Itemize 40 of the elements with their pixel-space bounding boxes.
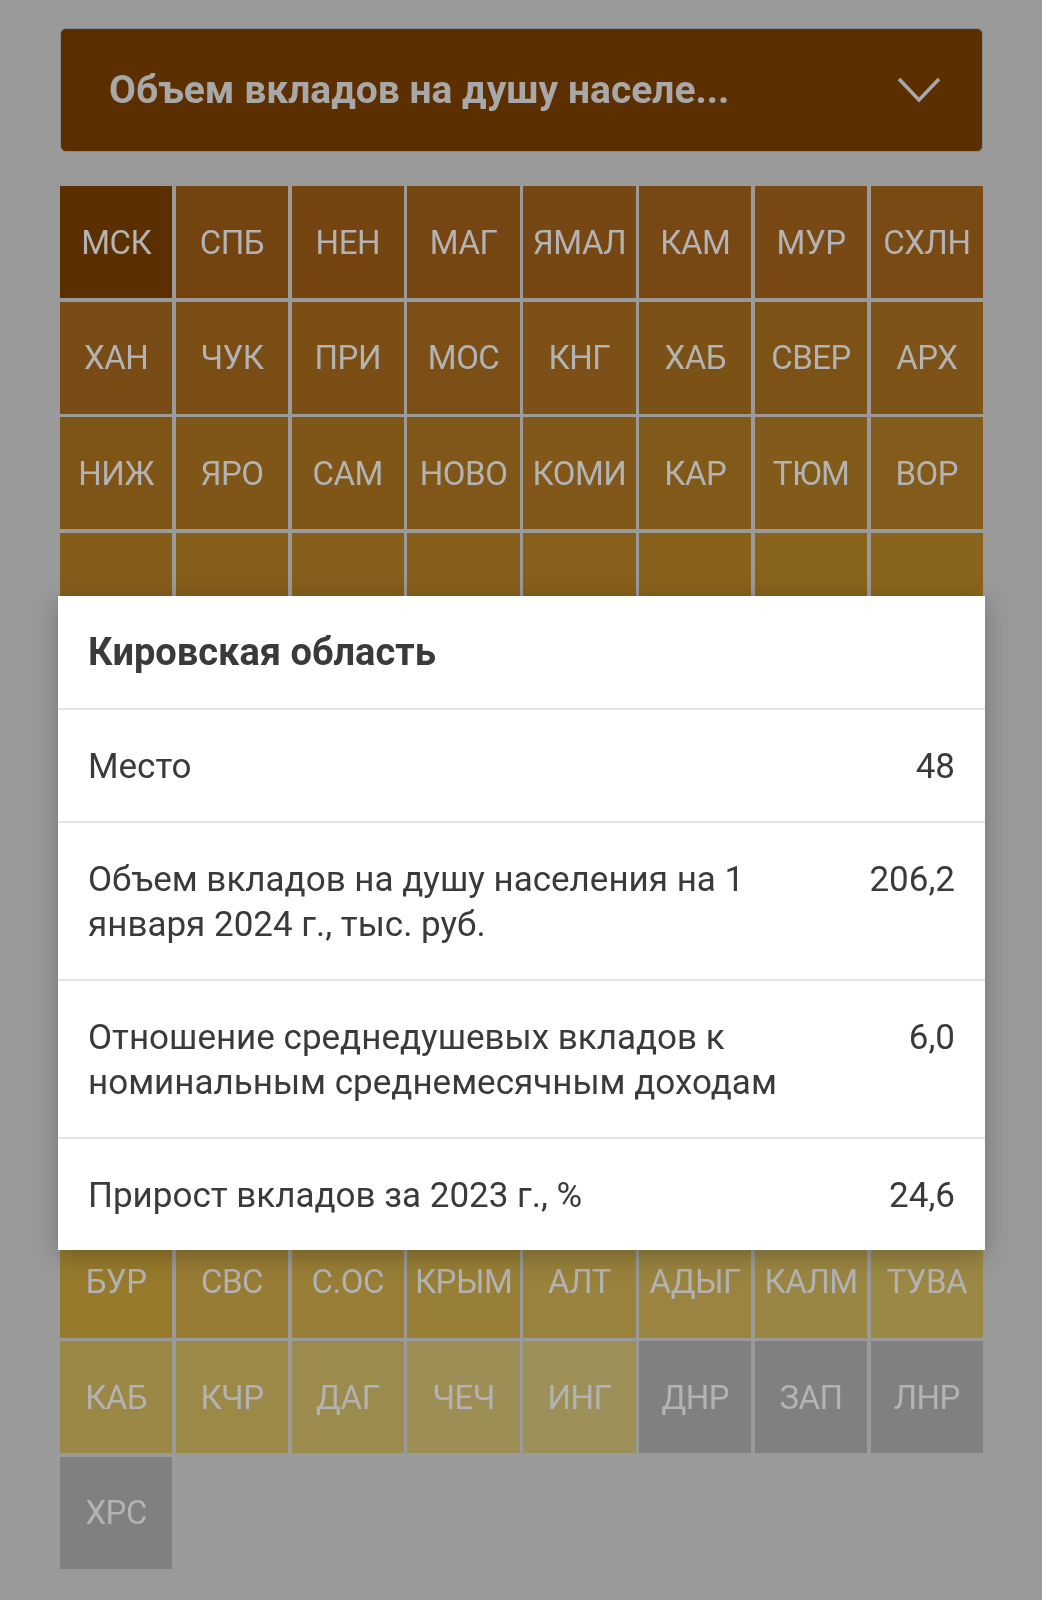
stat-value: 6,0 xyxy=(908,1016,955,1060)
chevron-down-icon xyxy=(896,76,942,104)
region-tile[interactable]: ДАГ xyxy=(291,1341,404,1453)
stat-value: 48 xyxy=(915,745,955,789)
region-tile[interactable]: ХАН xyxy=(60,301,173,414)
stat-value: 24,6 xyxy=(889,1174,955,1218)
region-tile[interactable]: АРХ xyxy=(870,301,983,414)
region-tile[interactable]: МСК xyxy=(60,186,173,298)
region-tile[interactable]: МОС xyxy=(407,301,520,414)
popup-title: Кировская область xyxy=(58,596,985,710)
region-tile[interactable]: СПБ xyxy=(175,186,289,298)
stat-label: Прирост вкладов за 2023 г., % xyxy=(88,1174,584,1218)
region-tile[interactable]: ПРИ xyxy=(291,301,404,414)
indicator-dropdown[interactable]: Объем вкладов на душу населе... xyxy=(60,28,983,152)
region-tile[interactable]: ЧЕЧ xyxy=(407,1341,520,1453)
region-tile[interactable]: КНГ xyxy=(523,301,636,414)
region-tile[interactable]: НОВО xyxy=(407,417,520,529)
region-tile[interactable]: НЕН xyxy=(291,186,404,298)
stat-label: Место xyxy=(88,745,193,789)
region-tile[interactable]: КАР xyxy=(639,417,752,529)
region-tile[interactable]: ЯРО xyxy=(175,417,289,529)
stat-label: Отношение среднедушевых вкладов к номинальным среднемесячным доходам xyxy=(88,1016,778,1105)
region-tile[interactable]: ТЮМ xyxy=(754,417,868,529)
region-tile[interactable]: СХЛН xyxy=(870,186,983,298)
stat-value: 206,2 xyxy=(869,858,955,902)
region-tile[interactable]: НИЖ xyxy=(60,417,173,529)
region-tile[interactable]: МАГ xyxy=(407,186,520,298)
region-tile[interactable]: ВОР xyxy=(870,417,983,529)
region-tile[interactable]: КАБ xyxy=(60,1341,173,1453)
region-tile[interactable]: КАМ xyxy=(639,186,752,298)
region-tile[interactable]: СВЕР xyxy=(754,301,868,414)
region-tile[interactable]: КЧР xyxy=(175,1341,289,1453)
region-tile[interactable]: КОМИ xyxy=(523,417,636,529)
stat-label: Объем вкладов на душу населения на 1 января 2024 г., тыс. руб. xyxy=(88,858,746,947)
region-tile[interactable]: ИНГ xyxy=(523,1341,636,1453)
region-tile[interactable]: ЯМАЛ xyxy=(523,186,636,298)
region-tile[interactable]: ХАБ xyxy=(639,301,752,414)
region-tile[interactable]: САМ xyxy=(291,417,404,529)
region-tile[interactable]: ЧУК xyxy=(175,301,289,414)
region-tile[interactable]: МУР xyxy=(754,186,868,298)
